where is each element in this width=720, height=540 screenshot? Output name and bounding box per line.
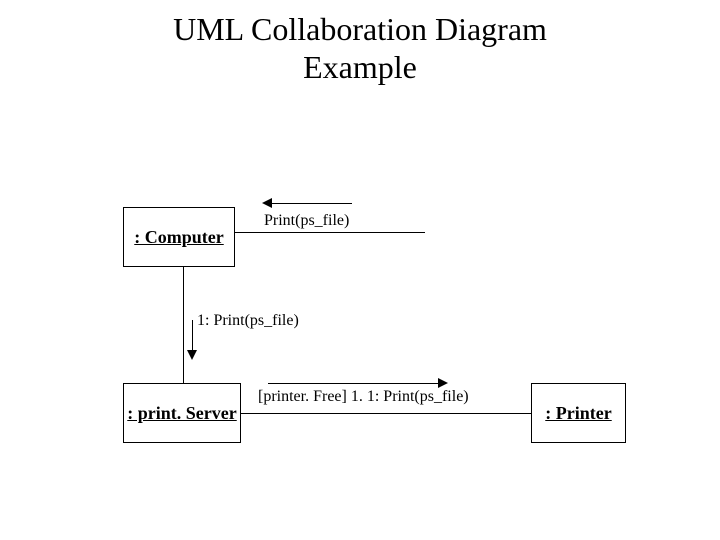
diagram-canvas: UML Collaboration Diagram Example : Comp… xyxy=(0,0,720,540)
message-printserver-printer: [printer. Free] 1. 1: Print(ps_file) xyxy=(258,388,469,406)
arrow-down-icon xyxy=(187,350,197,360)
object-printserver: : print. Server xyxy=(123,383,241,443)
title-line-1: UML Collaboration Diagram xyxy=(173,11,547,47)
arrow-left-icon xyxy=(262,198,272,208)
message-to-computer: Print(ps_file) xyxy=(264,212,349,230)
object-printer-label: : Printer xyxy=(545,403,611,424)
object-printer: : Printer xyxy=(531,383,626,443)
arrow-computer-printserver-shaft xyxy=(192,320,193,350)
arrow-printserver-printer-shaft xyxy=(268,383,438,384)
object-computer: : Computer xyxy=(123,207,235,267)
arrow-to-computer-shaft xyxy=(272,203,352,204)
message-computer-printserver: 1: Print(ps_file) xyxy=(197,312,299,330)
link-printserver-printer xyxy=(241,413,531,414)
arrow-right-icon xyxy=(438,378,448,388)
link-actor-computer xyxy=(235,232,425,233)
link-computer-printserver xyxy=(183,267,184,383)
object-printserver-label: : print. Server xyxy=(127,403,236,424)
page-title: UML Collaboration Diagram Example xyxy=(0,10,720,87)
title-line-2: Example xyxy=(303,49,417,85)
object-computer-label: : Computer xyxy=(134,227,223,248)
